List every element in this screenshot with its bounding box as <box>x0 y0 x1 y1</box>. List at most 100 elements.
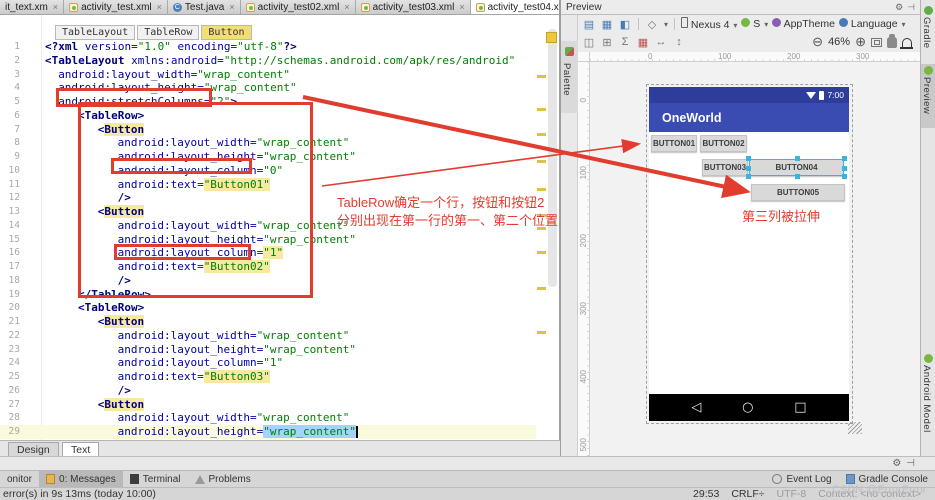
app-title: OneWorld <box>662 110 722 125</box>
tab-design[interactable]: Design <box>8 442 59 457</box>
code-line[interactable]: 21 <Button <box>0 315 545 329</box>
selection-handle[interactable] <box>746 174 751 179</box>
editor-tab[interactable]: it_text.xm × <box>0 0 65 14</box>
preview-tool-icon[interactable]: ↕ <box>672 36 686 49</box>
encoding-indicator[interactable]: UTF-8 <box>777 488 807 500</box>
editor-tab[interactable]: C Test.java × <box>167 0 241 14</box>
layout-mode-icon[interactable]: ◧ <box>618 18 632 31</box>
tab-text[interactable]: Text <box>62 442 100 457</box>
code-token: "wrap_content" <box>197 67 290 81</box>
preview-button[interactable]: BUTTON05 <box>751 184 845 201</box>
line-number: 14 <box>8 219 20 231</box>
breadcrumb-item[interactable]: TableRow <box>137 25 200 40</box>
code-token: /> <box>117 383 131 397</box>
ruler-label: 200 <box>579 234 588 248</box>
code-line[interactable]: 2 <TableLayout xmlns:android="http://sche… <box>0 54 545 68</box>
selection-handle[interactable] <box>794 156 800 161</box>
editor-tab[interactable]: activity_test.xml × <box>64 0 168 14</box>
close-tab-icon[interactable]: × <box>53 2 58 12</box>
close-tab-icon[interactable]: × <box>459 2 464 12</box>
preview-button[interactable]: BUTTON02 <box>700 135 747 152</box>
preview-tool-icon[interactable]: ⊞ <box>600 36 614 49</box>
editor-tab[interactable]: activity_test02.xml × <box>240 0 356 14</box>
preview-tool-icon[interactable]: Σ <box>618 36 632 49</box>
pan-icon[interactable] <box>887 33 897 48</box>
tool-icon <box>924 66 933 75</box>
gear-icon[interactable]: ⚙ <box>892 458 901 469</box>
device-resize-handle[interactable] <box>848 422 862 434</box>
layout-mode-icon[interactable]: ▤ <box>582 18 596 31</box>
code-line[interactable]: 29 android:layout_height="wrap_content" <box>0 425 545 439</box>
ruler-label: 300 <box>856 52 870 61</box>
device-selector[interactable]: Nexus 4 ▾ <box>681 17 737 31</box>
selection-handle[interactable] <box>842 174 847 179</box>
preview-canvas[interactable]: 7:00 OneWorld BUTTON01 BUTTON02 BUTTON03 BU… <box>590 62 920 456</box>
code-line[interactable]: 20 <TableRow> <box>0 301 545 315</box>
toolwindow-messages[interactable]: 0: Messages <box>39 470 123 488</box>
code-text: /> <box>45 384 131 398</box>
language-selector[interactable]: Language ▾ <box>838 18 906 30</box>
line-ending-indicator[interactable]: CRLF÷ <box>731 488 764 500</box>
editor-scrollbar[interactable] <box>548 29 557 287</box>
editor-tab[interactable]: activity_test04.xml× <box>470 0 560 14</box>
selection-handle[interactable] <box>842 156 847 161</box>
breadcrumb-item[interactable]: Button <box>201 25 252 40</box>
layout-mode-icon[interactable]: ▦ <box>600 18 614 31</box>
code-line[interactable]: 26 /> <box>0 384 545 398</box>
sidebar-item-gradle[interactable]: Gradle <box>921 4 935 60</box>
selection-handle[interactable] <box>746 165 751 171</box>
preview-tool-icon[interactable]: ▦ <box>636 36 650 49</box>
code-line[interactable]: 25 android:text="Button03" <box>0 370 545 384</box>
preview-tool-icon[interactable]: ↔ <box>654 36 668 49</box>
caret-position[interactable]: 29:53 <box>693 488 719 500</box>
code-line[interactable]: 24 android:layout_column="1" <box>0 356 545 370</box>
dock-icon[interactable]: ⊣ <box>906 458 915 469</box>
code-line[interactable]: 1 <?xml version="1.0" encoding="utf-8"?> <box>0 40 545 54</box>
code-line[interactable]: 22 android:layout_width="wrap_content" <box>0 329 545 343</box>
line-number: 19 <box>8 288 20 300</box>
notifications-icon[interactable] <box>900 37 913 49</box>
sidebar-item-preview[interactable]: Preview <box>921 64 935 128</box>
hide-panel-icon[interactable]: ⊣ <box>907 2 915 13</box>
gear-icon[interactable]: ⚙ <box>895 2 903 13</box>
toolwindow-event-log[interactable]: Event Log <box>765 471 838 488</box>
device-screen[interactable]: 7:00 OneWorld BUTTON01 BUTTON02 BUTTON03 BU… <box>649 87 849 421</box>
editor-tab[interactable]: activity_test03.xml × <box>355 0 471 14</box>
close-tab-icon[interactable]: × <box>344 2 349 12</box>
tab-palette[interactable]: Palette <box>561 41 578 113</box>
code-line[interactable]: 23 android:layout_height="wrap_content" <box>0 343 545 357</box>
text-cursor <box>356 426 358 438</box>
zoom-in-icon[interactable]: ⊕ <box>855 34 866 50</box>
preview-button[interactable]: BUTTON03 <box>702 159 748 176</box>
sidebar-item-android-model[interactable]: Android Model <box>921 352 935 448</box>
line-number: 5 <box>14 96 20 107</box>
back-icon[interactable]: ◁ <box>691 400 701 415</box>
code-text: android:layout_height="wrap_content" <box>45 425 358 439</box>
code-line[interactable]: 28 android:layout_width="wrap_content" <box>0 411 545 425</box>
close-tab-icon[interactable]: × <box>229 2 234 12</box>
preview-tool-icon[interactable]: ◫ <box>582 36 596 49</box>
android-studio-window: it_text.xm × activity_test.xml × C Test.java ×… <box>0 0 935 500</box>
selection-handle[interactable] <box>746 156 751 161</box>
gradle-console-icon <box>845 474 855 484</box>
toolwindow-gradle-console[interactable]: Gradle Console <box>839 471 935 488</box>
zoom-to-fit-icon[interactable] <box>871 37 882 47</box>
zoom-out-icon[interactable]: ⊖ <box>812 34 823 50</box>
selection-handle[interactable] <box>794 174 800 179</box>
toolwindow-problems[interactable]: Problems <box>188 471 258 488</box>
close-tab-icon[interactable]: × <box>157 2 162 12</box>
code-line[interactable]: 3 android:layout_width="wrap_content" <box>0 68 545 82</box>
api-selector[interactable]: S ▾ <box>741 18 768 30</box>
theme-selector[interactable]: AppTheme <box>772 18 835 30</box>
code-line[interactable]: 27 <Button <box>0 397 545 412</box>
home-icon[interactable]: ○ <box>742 400 753 415</box>
toolwindow-android-monitor[interactable]: onitor <box>0 471 39 488</box>
code-token: <TableRow> <box>78 301 145 315</box>
selection-handle[interactable] <box>842 165 847 171</box>
android-file-icon <box>360 2 370 12</box>
toolwindow-terminal[interactable]: Terminal <box>123 471 188 488</box>
preview-button[interactable]: BUTTON01 <box>651 135 697 152</box>
breadcrumb-item[interactable]: TableLayout <box>55 25 136 40</box>
variant-icon[interactable]: ◇ <box>645 18 659 31</box>
recents-icon[interactable]: □ <box>794 400 806 415</box>
